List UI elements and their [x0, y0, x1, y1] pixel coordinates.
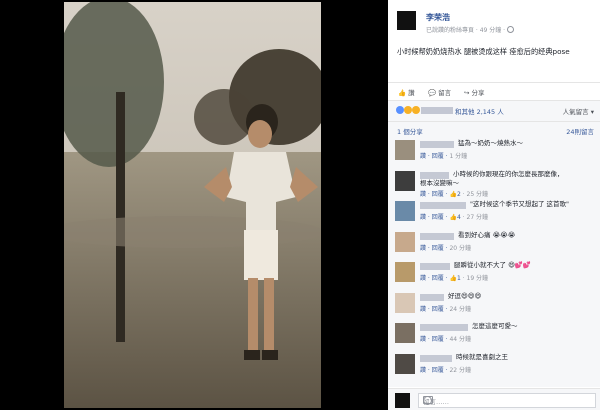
comment-time[interactable]: 20 分鐘: [449, 245, 471, 252]
comment-item: "这时候这个季节又想起了 这首歌" 讚 · 回覆 · 👍4 · 27 分鐘: [388, 198, 600, 228]
comment-label: 留言: [438, 89, 452, 97]
shares-count[interactable]: 1 個分享: [397, 126, 423, 136]
redacted-name: [421, 107, 453, 114]
comment-meta: 讚 · 回覆 · 20 分鐘: [420, 243, 471, 252]
like-label: 讚: [408, 89, 415, 97]
comment-meta: 讚 · 回覆 · 24 分鐘: [420, 304, 471, 313]
comment-actions[interactable]: 讚 · 回覆 ·: [420, 153, 449, 160]
comment-list: 猛為～奶奶～燒熱水～ 讚 · 回覆 · 1 分鐘小時候的你跟現在的你怎麼長那麼像，…: [388, 137, 600, 387]
commenter-avatar[interactable]: [395, 140, 415, 160]
comment-text: 怎麼這麼可愛～: [472, 322, 518, 330]
commenter-name-redacted[interactable]: [420, 263, 450, 270]
comment-actions[interactable]: 讚 · 回覆 ·: [420, 275, 449, 282]
post-meta: 已說讚的粉絲專頁 · 49 分鐘 ·: [426, 25, 515, 34]
comment-meta: 讚 · 回覆 · 👍2 · 25 分鐘: [420, 189, 488, 198]
reactions-bar: 和其他 2,145 人 人氣留言 ▾: [388, 100, 600, 121]
commenter-avatar[interactable]: [395, 201, 415, 221]
commenter-name-redacted[interactable]: [420, 232, 454, 240]
haha-reaction-icon: [412, 106, 420, 114]
author-name[interactable]: 李荣浩: [426, 12, 450, 23]
commenter-name-redacted[interactable]: [420, 293, 444, 301]
comment-text: 腿瞬從小就不大了 😄💕💕: [454, 261, 532, 269]
comment-input[interactable]: 留言……: [418, 393, 596, 408]
photo-image: [64, 2, 321, 408]
globe-icon: [507, 26, 515, 33]
commenter-avatar[interactable]: [395, 323, 415, 343]
comment-text: "这时候这个季节又想起了 这首歌": [470, 200, 570, 208]
comment-time[interactable]: 25 分鐘: [467, 191, 489, 198]
comment-meta: 讚 · 回覆 · 44 分鐘: [420, 334, 471, 343]
comment-item: 腿瞬從小就不大了 😄💕💕 讚 · 回覆 · 👍1 · 19 分鐘: [388, 259, 600, 289]
post-panel: 李荣浩 已說讚的粉絲專頁 · 49 分鐘 · 小时候帮奶奶烧热水 腿被烫成这样 …: [388, 0, 600, 410]
comment-item: 小時候的你跟現在的你怎麼長那麼像， 根本沒變嘛～ 讚 · 回覆 · 👍2 · 25 …: [388, 168, 600, 198]
comment-icon: 💬: [428, 89, 437, 97]
thumbs-up-icon: 👍: [449, 275, 457, 282]
comment-item: 猛為～奶奶～燒熱水～ 讚 · 回覆 · 1 分鐘: [388, 137, 600, 167]
author-avatar[interactable]: [397, 11, 416, 30]
comment-actions[interactable]: 讚 · 回覆 ·: [420, 336, 449, 343]
comment-item: 時候就是喜劇之王讚 · 回覆 · 22 分鐘: [388, 351, 600, 381]
post-photo[interactable]: [64, 2, 321, 408]
comment-actions[interactable]: 讚 · 回覆 ·: [420, 306, 449, 313]
comment-text: 看到好心痛 😭😭😭: [458, 230, 516, 239]
like-button[interactable]: 👍 讚: [398, 87, 415, 97]
comment-composer: 留言……: [388, 388, 600, 410]
comment-time[interactable]: 1 分鐘: [449, 153, 467, 160]
comment-item: 好逗😄😄😄 讚 · 回覆 · 24 分鐘: [388, 290, 600, 320]
comment-meta: 讚 · 回覆 · 1 分鐘: [420, 151, 467, 160]
commenter-avatar[interactable]: [395, 353, 415, 374]
wow-reaction-icon: [404, 106, 412, 114]
commenter-avatar[interactable]: [395, 170, 415, 191]
thumbs-up-icon: 👍: [449, 214, 457, 221]
chevron-down-icon: ▾: [590, 108, 594, 116]
commenter-name-redacted[interactable]: [420, 202, 466, 209]
comment-text-continued: 根本沒變嘛～: [420, 178, 459, 187]
commenter-avatar[interactable]: [395, 262, 415, 282]
post-header: 李荣浩 已說讚的粉絲專頁 · 49 分鐘 ·: [388, 0, 600, 38]
photo-viewer: 李荣浩 已說讚的粉絲專頁 · 49 分鐘 · 小时候帮奶奶烧热水 腿被烫成这样 …: [0, 0, 600, 410]
thumbs-up-icon: 👍: [449, 190, 457, 198]
post-meta-text: 已說讚的粉絲專頁 · 49 分鐘 ·: [426, 27, 506, 34]
comment-meta: 讚 · 回覆 · 👍4 · 27 分鐘: [420, 212, 488, 221]
like-reaction-icon: [396, 106, 404, 114]
comment-text: 小時候的你跟現在的你怎麼長那麼像，: [453, 169, 564, 178]
comment-button[interactable]: 💬 留言: [428, 87, 451, 97]
comment-meta: 讚 · 回覆 · 22 分鐘: [420, 365, 471, 374]
comment-sort-dropdown[interactable]: 人氣留言 ▾: [563, 106, 594, 116]
thumbs-up-icon: 👍: [398, 89, 407, 97]
comment-actions[interactable]: 讚 · 回覆 ·: [420, 191, 449, 198]
user-avatar: [395, 393, 410, 408]
share-icon: ↪: [464, 89, 470, 97]
post-caption: 小时候帮奶奶烧热水 腿被烫成这样 痊愈后的经典pose: [397, 47, 570, 56]
shares-bar: 1 個分享 24則留言: [388, 121, 600, 137]
comment-time[interactable]: 22 分鐘: [449, 367, 471, 374]
comment-time[interactable]: 44 分鐘: [449, 336, 471, 343]
comment-actions[interactable]: 讚 · 回覆 ·: [420, 245, 449, 252]
commenter-name-redacted[interactable]: [420, 354, 452, 362]
comments-count[interactable]: 24則留言: [566, 126, 594, 136]
commenter-name-redacted[interactable]: [420, 171, 449, 179]
comment-actions[interactable]: 讚 · 回覆 ·: [420, 367, 449, 374]
comment-actions[interactable]: 讚 · 回覆 ·: [420, 214, 449, 221]
sort-label: 人氣留言: [562, 108, 589, 116]
share-button[interactable]: ↪ 分享: [464, 87, 485, 97]
commenter-avatar[interactable]: [395, 292, 415, 313]
comment-text: 時候就是喜劇之王: [456, 352, 508, 361]
comment-time[interactable]: 19 分鐘: [467, 275, 489, 282]
share-label: 分享: [471, 89, 485, 97]
commenter-avatar[interactable]: [395, 231, 415, 252]
photo-area: [0, 0, 388, 410]
post-actions: 👍 讚 💬 留言 ↪ 分享: [388, 82, 600, 99]
commenter-name-redacted[interactable]: [420, 324, 468, 331]
emoji-icon[interactable]: [423, 396, 432, 405]
comment-meta: 讚 · 回覆 · 👍1 · 19 分鐘: [420, 273, 488, 282]
comment-text: 好逗😄😄😄: [448, 291, 482, 300]
comment-item: 怎麼這麼可愛～讚 · 回覆 · 44 分鐘: [388, 320, 600, 350]
comment-time[interactable]: 24 分鐘: [449, 306, 471, 313]
comment-item: 看到好心痛 😭😭😭 讚 · 回覆 · 20 分鐘: [388, 229, 600, 259]
commenter-name-redacted[interactable]: [420, 141, 454, 148]
comment-text: 猛為～奶奶～燒熱水～: [458, 139, 523, 147]
reactions-summary[interactable]: 和其他 2,145 人: [455, 106, 504, 116]
comment-time[interactable]: 27 分鐘: [467, 214, 489, 221]
